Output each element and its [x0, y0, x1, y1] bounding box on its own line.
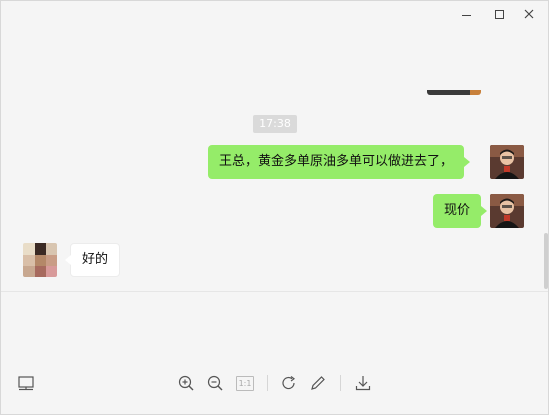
actual-size-label: 1:1 [236, 375, 254, 391]
toolbar-divider [267, 375, 268, 391]
message-bubble-outgoing[interactable]: 现价 [433, 194, 488, 228]
avatar[interactable] [490, 194, 524, 228]
edit-icon[interactable] [307, 373, 329, 393]
message-bubble-incoming[interactable]: 好的 [64, 243, 121, 277]
zoom-out-icon[interactable] [204, 373, 226, 393]
download-icon[interactable] [352, 373, 374, 393]
avatar[interactable] [23, 243, 57, 277]
zoom-in-icon[interactable] [175, 373, 197, 393]
chat-window: 17:38 王总，黄金多单原油多单可以做进去了， 现价 好的 1:1 [0, 0, 549, 415]
message-list[interactable]: 17:38 王总，黄金多单原油多单可以做进去了， 现价 好的 [1, 1, 548, 291]
avatar[interactable] [490, 145, 524, 179]
actual-size-icon[interactable]: 1:1 [234, 373, 256, 393]
message-bubble-outgoing[interactable]: 王总，黄金多单原油多单可以做进去了， [208, 145, 471, 179]
screenshot-icon[interactable] [15, 373, 37, 393]
rotate-icon[interactable] [278, 373, 300, 393]
input-area[interactable] [1, 292, 548, 414]
toolbar-divider [340, 375, 341, 391]
scrollbar[interactable] [544, 233, 548, 289]
previous-message-image[interactable] [427, 90, 481, 95]
message-timestamp: 17:38 [253, 115, 297, 133]
